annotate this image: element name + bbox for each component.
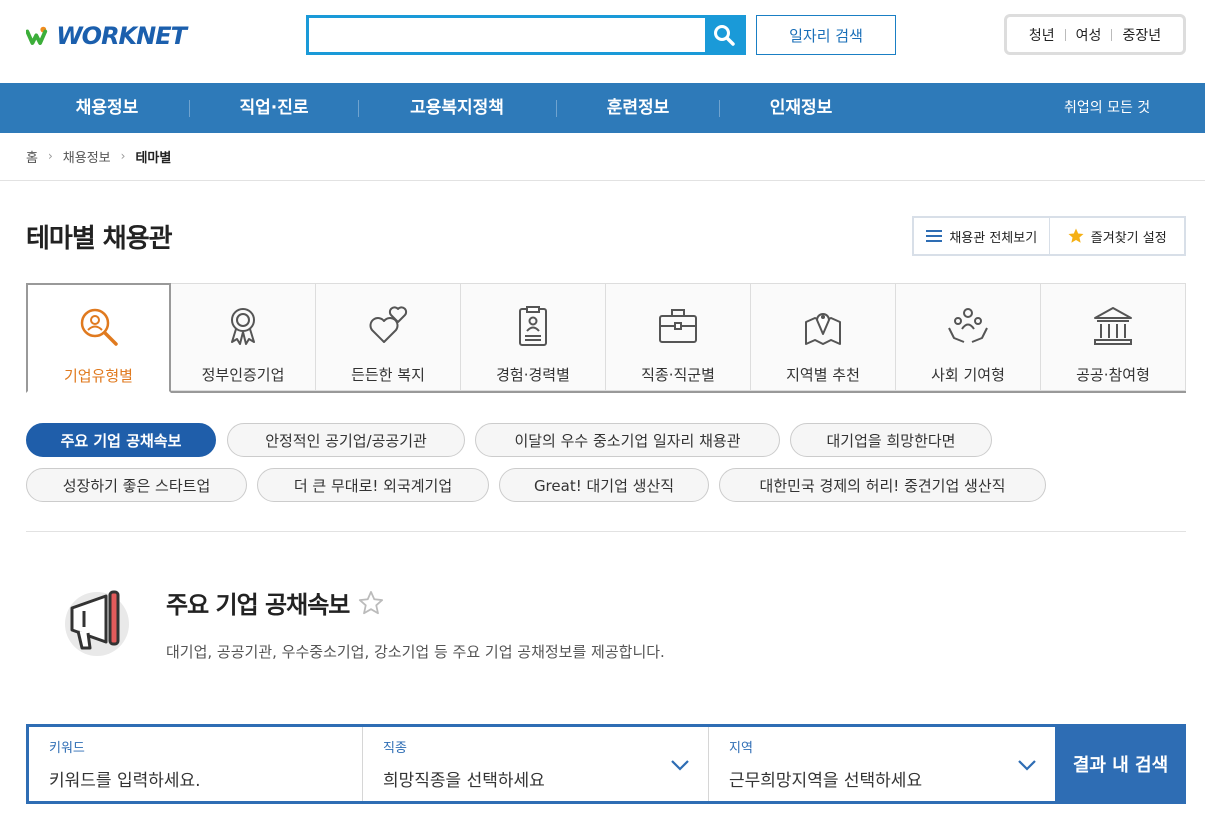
- view-all-label: 채용관 전체보기: [949, 230, 1038, 246]
- nav-divider: [556, 100, 557, 117]
- job-value: 희망직종을 선택하세요: [383, 771, 545, 791]
- breadcrumb: 홈 › 채용정보 › 테마별: [26, 146, 171, 166]
- briefcase-icon: [659, 309, 697, 343]
- filter-search-form: 키워드 키워드를 입력하세요. 직종 희망직종을 선택하세요 지역 근무희망지역…: [26, 724, 1186, 804]
- chip-startup[interactable]: 성장하기 좋은 스타트업: [26, 468, 247, 502]
- breadcrumb-jobs[interactable]: 채용정보: [63, 147, 111, 166]
- tab-label: 공공·참여형: [1076, 366, 1150, 384]
- tab-label: 정부인증기업: [201, 366, 285, 384]
- job-label: 직종: [383, 741, 407, 756]
- section-title: 주요 기업 공채속보: [166, 591, 350, 619]
- tab-gov-certified[interactable]: 정부인증기업: [171, 283, 316, 391]
- search-input[interactable]: [309, 18, 705, 52]
- chip-major-recruit[interactable]: 주요 기업 공채속보: [26, 423, 216, 457]
- main-nav: 채용정보 직업·진로 고용복지정책 훈련정보 인재정보 취업의 모든 것: [0, 83, 1205, 133]
- favorites-label: 즐겨찾기 설정: [1090, 230, 1167, 246]
- view-all-button[interactable]: 채용관 전체보기: [914, 218, 1049, 254]
- theme-tabs: 기업유형별 정부인증기업 든든한 복지 경험·경력별 직종·직군별 지역별 추천…: [26, 283, 1186, 393]
- public-building-icon: [1094, 307, 1132, 345]
- chip-large-corp[interactable]: 대기업을 희망한다면: [790, 423, 992, 457]
- tab-label: 경험·경력별: [496, 366, 570, 384]
- tab-label: 직종·직군별: [641, 366, 715, 384]
- region-select[interactable]: 지역 근무희망지역을 선택하세요: [709, 727, 1055, 801]
- search-within-results-button[interactable]: 결과 내 검색: [1055, 724, 1186, 804]
- breadcrumb-current: 테마별: [135, 150, 172, 166]
- menu-icon: [926, 230, 943, 242]
- nav-item-career[interactable]: 직업·진로: [205, 83, 343, 133]
- tab-experience[interactable]: 경험·경력별: [461, 283, 606, 391]
- tab-label: 기업유형별: [63, 367, 133, 385]
- keyword-label: 키워드: [49, 741, 85, 756]
- tab-regional[interactable]: 지역별 추천: [751, 283, 896, 391]
- hearts-icon: [369, 306, 408, 343]
- divider: [1064, 28, 1066, 41]
- chip-public-corp[interactable]: 안정적인 공기업/공공기관: [227, 423, 465, 457]
- favorites-button[interactable]: 즐겨찾기 설정: [1048, 218, 1185, 254]
- tab-welfare[interactable]: 든든한 복지: [316, 283, 461, 391]
- section-description: 대기업, 공공기관, 우수중소기업, 강소기업 등 주요 기업 공채정보를 제공…: [166, 643, 665, 661]
- region-value: 근무희망지역을 선택하세요: [729, 771, 923, 791]
- main-search: [306, 15, 746, 55]
- region-label: 지역: [729, 741, 753, 756]
- user-group-links: 청년 여성 중장년: [1004, 14, 1186, 55]
- tab-social[interactable]: 사회 기여형: [896, 283, 1041, 391]
- nav-divider: [358, 100, 359, 117]
- tab-public[interactable]: 공공·참여형: [1041, 283, 1186, 391]
- nav-divider: [719, 100, 720, 117]
- divider: [1111, 28, 1113, 41]
- page-actions: 채용관 전체보기 즐겨찾기 설정: [912, 216, 1186, 256]
- tab-job-category[interactable]: 직종·직군별: [606, 283, 751, 391]
- keyword-input[interactable]: 키워드를 입력하세요.: [49, 766, 342, 791]
- nav-item-training[interactable]: 훈련정보: [572, 83, 704, 133]
- logo-mark-icon: [26, 26, 48, 45]
- link-youth[interactable]: 청년: [1029, 25, 1055, 45]
- section-title-row: 주요 기업 공채속보: [166, 585, 385, 620]
- tab-label: 지역별 추천: [786, 366, 860, 384]
- megaphone-icon: [65, 590, 129, 656]
- community-hands-icon: [948, 308, 988, 343]
- chip-large-production[interactable]: Great! 대기업 생산직: [499, 468, 709, 502]
- search-button[interactable]: [705, 18, 743, 52]
- page-title: 테마별 채용관: [26, 224, 173, 254]
- star-icon: [1068, 228, 1084, 243]
- clipboard-profile-icon: [519, 306, 547, 346]
- chevron-down-icon: [671, 760, 689, 771]
- search-person-icon: [80, 308, 118, 346]
- search-icon: [714, 25, 735, 46]
- divider: [26, 531, 1186, 532]
- chip-foreign-corp[interactable]: 더 큰 무대로! 외국계기업: [257, 468, 489, 502]
- keyword-field[interactable]: 키워드 키워드를 입력하세요.: [29, 727, 363, 801]
- nav-item-talent[interactable]: 인재정보: [735, 83, 867, 133]
- chip-sme-monthly[interactable]: 이달의 우수 중소기업 일자리 채용관: [475, 423, 780, 457]
- divider: [0, 180, 1205, 181]
- link-women[interactable]: 여성: [1076, 25, 1102, 45]
- award-ribbon-icon: [231, 308, 255, 345]
- chevron-down-icon: [1018, 760, 1036, 771]
- chevron-right-icon: ›: [47, 149, 53, 163]
- tab-label: 든든한 복지: [351, 366, 425, 384]
- logo-text: WORKNET: [56, 22, 187, 50]
- chip-midsize-production[interactable]: 대한민국 경제의 허리! 중견기업 생산직: [719, 468, 1046, 502]
- nav-item-jobs[interactable]: 채용정보: [42, 83, 172, 133]
- breadcrumb-home[interactable]: 홈: [26, 147, 38, 166]
- tab-label: 사회 기여형: [931, 366, 1005, 384]
- worknet-logo[interactable]: WORKNET: [26, 16, 187, 56]
- chevron-right-icon: ›: [120, 149, 126, 163]
- star-outline-icon[interactable]: [357, 589, 385, 617]
- link-middle-aged[interactable]: 중장년: [1122, 25, 1161, 45]
- nav-item-welfare-policy[interactable]: 고용복지정책: [374, 83, 540, 133]
- job-category-select[interactable]: 직종 희망직종을 선택하세요: [363, 727, 709, 801]
- nav-divider: [189, 100, 190, 117]
- map-pin-icon: [805, 313, 841, 345]
- job-search-button[interactable]: 일자리 검색: [756, 15, 896, 55]
- nav-item-all-about-jobs[interactable]: 취업의 모든 것: [1064, 83, 1150, 133]
- tab-company-type[interactable]: 기업유형별: [26, 283, 171, 393]
